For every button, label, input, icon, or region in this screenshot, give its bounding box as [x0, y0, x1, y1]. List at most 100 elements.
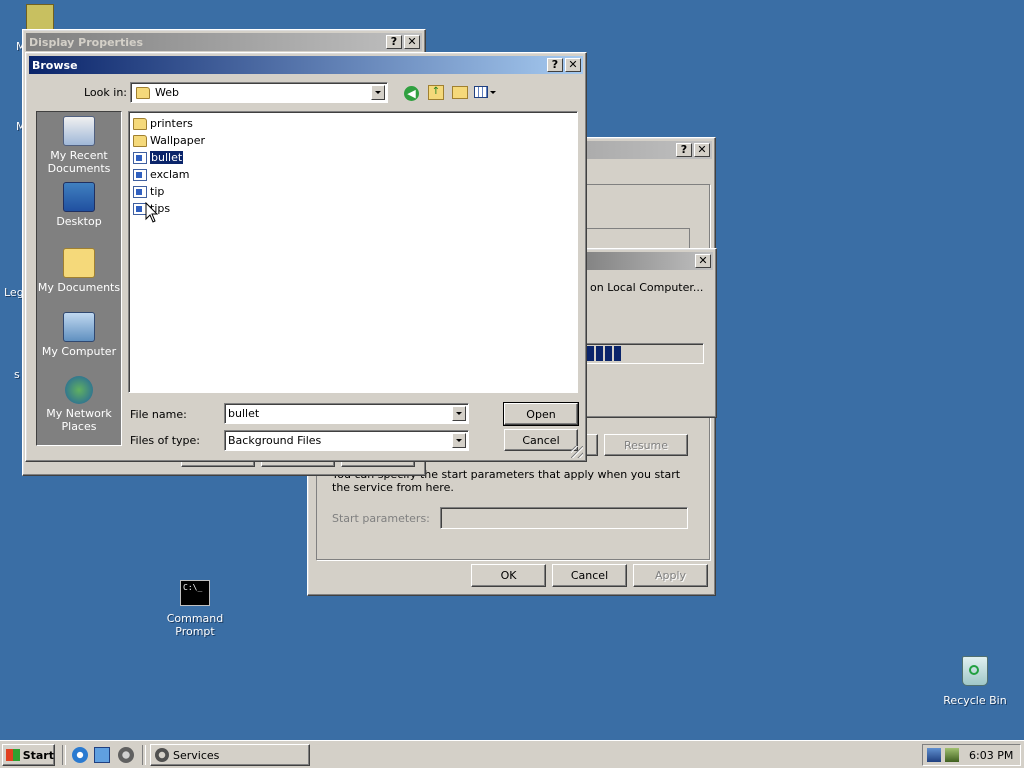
- service-control-dialog: ✕ on Local Computer...: [578, 248, 717, 418]
- progress-block: [587, 346, 594, 361]
- recent-documents-icon: [63, 116, 95, 146]
- show-desktop-icon[interactable]: [94, 747, 110, 763]
- file-name: exclam: [150, 168, 190, 181]
- service-progress-fill: [587, 346, 621, 361]
- list-item[interactable]: tip: [133, 184, 164, 199]
- network-places-icon: [65, 376, 93, 404]
- look-in-value: Web: [155, 86, 179, 99]
- browse-cancel-button[interactable]: Cancel: [504, 429, 578, 451]
- start-parameters-input[interactable]: [440, 507, 688, 529]
- folder-icon: [136, 87, 150, 99]
- service-apply-button[interactable]: Apply: [633, 564, 708, 587]
- service-progress-bar: [584, 343, 704, 364]
- service-control-title-bar: ✕: [578, 252, 713, 270]
- chevron-down-icon[interactable]: [371, 85, 385, 100]
- update-tray-icon[interactable]: [945, 748, 959, 762]
- service-help-button[interactable]: ?: [676, 143, 692, 157]
- file-name: Wallpaper: [150, 134, 206, 147]
- command-prompt-label: Command Prompt: [166, 612, 224, 638]
- service-control-close-button[interactable]: ✕: [695, 254, 711, 268]
- taskbar-services-label: Services: [173, 748, 220, 762]
- start-parameters-label: Start parameters:: [332, 512, 430, 525]
- file-list[interactable]: printers Wallpaper bullet exclam tip tip…: [128, 111, 578, 393]
- look-in-label: Look in:: [84, 86, 127, 99]
- files-of-type-combo[interactable]: Background Files: [224, 430, 469, 451]
- up-folder-icon[interactable]: ↑: [428, 85, 444, 100]
- place-my-recent-documents[interactable]: My Recent Documents: [37, 116, 121, 175]
- task-divider: [142, 745, 146, 765]
- quick-launch-divider: [62, 745, 66, 765]
- browse-title-bar: Browse ? ✕: [29, 56, 583, 74]
- gear-icon: [155, 748, 169, 762]
- place-my-network-places[interactable]: My Network Places: [37, 376, 121, 433]
- open-button[interactable]: Open: [503, 402, 579, 426]
- image-file-icon: [133, 168, 147, 181]
- service-close-button[interactable]: ✕: [694, 143, 710, 157]
- service-top-field: [586, 228, 690, 250]
- services-quick-icon[interactable]: [118, 747, 134, 763]
- resume-button[interactable]: Resume: [604, 434, 688, 456]
- display-properties-title-bar: Display Properties ? ✕: [26, 33, 422, 51]
- file-name: tip: [150, 185, 165, 198]
- view-menu-icon[interactable]: [474, 86, 496, 100]
- back-arrow-icon[interactable]: ◀: [404, 86, 419, 101]
- progress-block: [605, 346, 612, 361]
- service-cancel-button[interactable]: Cancel: [552, 564, 627, 587]
- my-computer-icon: [63, 312, 95, 342]
- network-tray-icon[interactable]: [927, 748, 941, 762]
- progress-block: [614, 346, 621, 361]
- desktop-shortcut-icon-top[interactable]: [26, 4, 54, 32]
- start-button[interactable]: Start: [2, 744, 55, 766]
- start-label: Start: [22, 748, 54, 762]
- place-label-desktop: Desktop: [56, 215, 102, 228]
- taskbar-button-services[interactable]: Services: [150, 744, 310, 766]
- chevron-down-icon[interactable]: [452, 406, 466, 421]
- list-item-selected[interactable]: bullet: [133, 150, 185, 165]
- place-label-network: My Network Places: [46, 407, 112, 433]
- file-name-value: bullet: [228, 407, 260, 420]
- image-file-icon: [133, 151, 147, 164]
- list-item[interactable]: printers: [133, 116, 193, 131]
- browse-title: Browse: [32, 58, 78, 72]
- chevron-down-icon[interactable]: [452, 433, 466, 448]
- service-control-status: on Local Computer...: [590, 281, 704, 294]
- place-my-computer[interactable]: My Computer: [37, 312, 121, 358]
- my-documents-icon: [63, 248, 95, 278]
- recycle-bin-label: Recycle Bin: [943, 694, 1007, 707]
- place-label-recent: My Recent Documents: [47, 149, 111, 175]
- taskbar: Start Services 6:03 PM: [0, 740, 1024, 768]
- look-in-combo[interactable]: Web: [130, 82, 388, 103]
- browse-help-button[interactable]: ?: [547, 58, 563, 72]
- desktop-partial-label-4: s: [14, 368, 20, 381]
- place-desktop[interactable]: Desktop: [37, 182, 121, 228]
- list-item[interactable]: Wallpaper: [133, 133, 205, 148]
- files-of-type-value: Background Files: [228, 434, 322, 447]
- clock[interactable]: 6:03 PM: [969, 749, 1013, 762]
- desktop-partial-label-3: Leg: [4, 286, 24, 299]
- list-item[interactable]: exclam: [133, 167, 189, 182]
- windows-logo-icon: [6, 749, 20, 761]
- file-name: bullet: [148, 150, 185, 165]
- desktop-icon-command-prompt[interactable]: C:\_ Command Prompt: [164, 580, 226, 640]
- command-prompt-icon: C:\_: [180, 580, 210, 606]
- system-tray: 6:03 PM: [922, 744, 1021, 766]
- browse-dialog: Browse ? ✕ Look in: Web ◀ ↑ My Recent Do…: [25, 52, 587, 462]
- files-of-type-label: Files of type:: [130, 434, 201, 447]
- file-name: printers: [150, 117, 193, 130]
- display-properties-title: Display Properties: [29, 35, 144, 49]
- resize-grip-icon[interactable]: [571, 446, 583, 458]
- new-folder-icon[interactable]: [452, 86, 468, 99]
- display-properties-close-button[interactable]: ✕: [404, 35, 420, 49]
- folder-icon: [133, 117, 147, 130]
- service-ok-button[interactable]: OK: [471, 564, 546, 587]
- desktop-icon: [63, 182, 95, 212]
- place-my-documents[interactable]: My Documents: [37, 248, 121, 294]
- progress-block: [596, 346, 603, 361]
- browse-close-button[interactable]: ✕: [565, 58, 581, 72]
- display-properties-help-button[interactable]: ?: [386, 35, 402, 49]
- file-name-combo[interactable]: bullet: [224, 403, 469, 424]
- places-bar: My Recent Documents Desktop My Documents…: [36, 111, 122, 446]
- internet-explorer-icon[interactable]: [72, 747, 88, 763]
- desktop-icon-recycle-bin[interactable]: Recycle Bin: [940, 656, 1010, 710]
- place-label-my-documents: My Documents: [37, 281, 121, 294]
